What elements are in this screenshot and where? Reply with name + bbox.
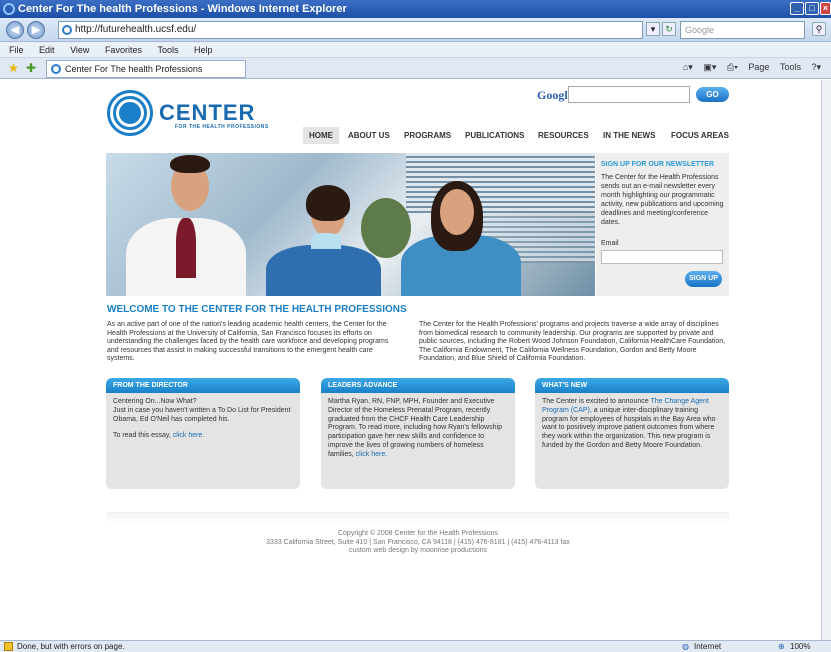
hero-image	[106, 153, 595, 296]
email-field[interactable]	[601, 250, 723, 264]
director-read-text: To read this essay,	[113, 432, 171, 440]
site-logo[interactable]: CENTER FOR THE HEALTH PROFESSIONS	[107, 90, 307, 140]
welcome-heading: WELCOME TO THE CENTER FOR THE HEALTH PRO…	[107, 304, 407, 315]
director-read: To read this essay, click here.	[113, 432, 293, 441]
menu-bar: File Edit View Favorites Tools Help	[0, 42, 831, 58]
hero-nurse2-face	[440, 189, 474, 235]
vertical-scrollbar[interactable]	[821, 80, 831, 640]
tools-menu[interactable]: Tools	[780, 62, 801, 72]
home-icon[interactable]: ⌂▾	[683, 62, 693, 72]
nav-home[interactable]: HOME	[303, 127, 339, 144]
footer: Copyright © 2008 Center for the Health P…	[107, 530, 729, 556]
close-button[interactable]: ×	[820, 2, 831, 15]
page-icon	[51, 64, 61, 74]
nav-publications[interactable]: PUBLICATIONS	[465, 127, 524, 144]
menu-edit[interactable]: Edit	[39, 45, 55, 55]
footer-divider	[107, 512, 729, 524]
minimize-button[interactable]: _	[790, 2, 804, 15]
whats-new-text-1: The Center is excited to announce	[542, 398, 649, 405]
footer-copyright: Copyright © 2008 Center for the Health P…	[337, 530, 499, 537]
newsletter-text: The Center for the Health Professions se…	[601, 174, 724, 226]
whats-new-box: WHAT'S NEW The Center is excited to anno…	[535, 378, 729, 489]
page-icon	[62, 25, 72, 35]
address-toolbar: ◀ ▶ http://futurehealth.ucsf.edu/ ▾ ↻ Go…	[0, 18, 831, 42]
status-text: Done, but with errors on page.	[17, 642, 125, 651]
feeds-icon[interactable]: ▣▾	[703, 62, 716, 72]
director-click-here-link[interactable]: click here.	[173, 432, 205, 439]
page-viewport: CENTER FOR THE HEALTH PROFESSIONS Google…	[0, 80, 821, 640]
hero-nurse1-scrubs	[266, 245, 381, 296]
hero-doctor-tie	[176, 218, 196, 278]
back-button[interactable]: ◀	[6, 21, 24, 39]
whats-new-box-title: WHAT'S NEW	[535, 378, 729, 393]
site-search-input[interactable]	[568, 86, 690, 103]
zoom-icon: ⊕	[778, 642, 785, 651]
maximize-button[interactable]: □	[805, 2, 819, 15]
refresh-icon[interactable]: ↻	[662, 22, 676, 36]
window-title: Center For The health Professions - Wind…	[18, 3, 347, 15]
newsletter-title: SIGN UP FOR OUR NEWSLETTER	[601, 161, 715, 168]
print-icon[interactable]: ⎙▾	[727, 62, 738, 72]
menu-tools[interactable]: Tools	[157, 45, 178, 55]
director-box: FROM THE DIRECTOR Centering On...Now Wha…	[106, 378, 300, 489]
leaders-box-body: Martha Ryan, RN, FNP, MPH, Founder and E…	[321, 393, 515, 465]
menu-help[interactable]: Help	[194, 45, 213, 55]
leaders-box: LEADERS ADVANCE Martha Ryan, RN, FNP, MP…	[321, 378, 515, 489]
go-button[interactable]: GO	[696, 87, 729, 102]
address-url: http://futurehealth.ucsf.edu/	[75, 24, 197, 35]
nav-focus-areas[interactable]: FOCUS AREAS	[671, 127, 729, 144]
menu-favorites[interactable]: Favorites	[105, 45, 142, 55]
page-menu[interactable]: Page	[748, 62, 769, 72]
add-favorites-icon[interactable]: ✚	[26, 61, 36, 75]
address-input[interactable]: http://futurehealth.ucsf.edu/	[58, 21, 643, 39]
director-box-title: FROM THE DIRECTOR	[106, 378, 300, 393]
nav-about-us[interactable]: ABOUT US	[348, 127, 390, 144]
logo-ring-inner	[119, 102, 141, 124]
search-icon[interactable]: ⚲	[812, 22, 826, 36]
signup-button[interactable]: SIGN UP	[685, 271, 722, 287]
whats-new-box-body: The Center is excited to announce The Ch…	[535, 393, 729, 456]
leaders-text: Martha Ryan, RN, FNP, MPH, Founder and E…	[328, 398, 502, 458]
nav-programs[interactable]: PROGRAMS	[404, 127, 451, 144]
leaders-box-title: LEADERS ADVANCE	[321, 378, 515, 393]
ie-icon	[3, 3, 15, 15]
director-headline: Centering On...Now What?	[113, 398, 197, 405]
hero-nurse1-mask	[311, 233, 341, 249]
intro-text-left: As an active part of one of the nation's…	[107, 321, 389, 363]
leaders-click-here-link[interactable]: click here.	[356, 451, 388, 458]
favorites-star-icon[interactable]: ★	[8, 61, 19, 75]
tab-label: Center For The health Professions	[65, 64, 203, 74]
footer-address: 3333 California Street, Suite 410 | San …	[266, 538, 570, 546]
email-label: Email	[601, 240, 619, 247]
hero-doctor-hair	[170, 155, 210, 173]
search-input[interactable]: Google	[680, 21, 805, 39]
help-icon[interactable]: ?▾	[811, 62, 821, 72]
forward-button[interactable]: ▶	[27, 21, 45, 39]
logo-subtext: FOR THE HEALTH PROFESSIONS	[175, 124, 269, 130]
window-titlebar: Center For The health Professions - Wind…	[0, 0, 831, 18]
zoom-level[interactable]: 100%	[790, 641, 810, 652]
menu-view[interactable]: View	[70, 45, 89, 55]
search-placeholder: Google	[685, 25, 715, 35]
zone-label: Internet	[694, 642, 722, 651]
footer-credit[interactable]: custom web design by moonrise production…	[107, 547, 729, 556]
status-bar: Done, but with errors on page. ◍ Interne…	[0, 640, 831, 652]
tab-active[interactable]: Center For The health Professions	[46, 60, 246, 78]
menu-file[interactable]: File	[9, 45, 24, 55]
director-box-body: Centering On...Now What? Just in case yo…	[106, 393, 300, 446]
tab-bar: ★ ✚ Center For The health Professions ⌂▾…	[0, 58, 831, 79]
nav-resources[interactable]: RESOURCES	[538, 127, 589, 144]
hero-tree	[361, 198, 411, 258]
intro-text-right: The Center for the Health Professions' p…	[419, 321, 726, 363]
newsletter-panel: SIGN UP FOR OUR NEWSLETTER The Center fo…	[596, 153, 729, 296]
logo-text: CENTER	[159, 100, 256, 125]
globe-icon: ◍	[682, 642, 689, 651]
director-summary: Just in case you haven't written a To Do…	[113, 406, 291, 423]
address-dropdown-icon[interactable]: ▾	[646, 22, 660, 36]
nav-in-the-news[interactable]: IN THE NEWS	[603, 127, 655, 144]
warning-icon[interactable]	[4, 642, 13, 651]
command-bar: ⌂▾ ▣▾ ⎙▾ Page Tools ?▾	[675, 62, 821, 73]
hero-nurse1-hair	[306, 185, 350, 221]
